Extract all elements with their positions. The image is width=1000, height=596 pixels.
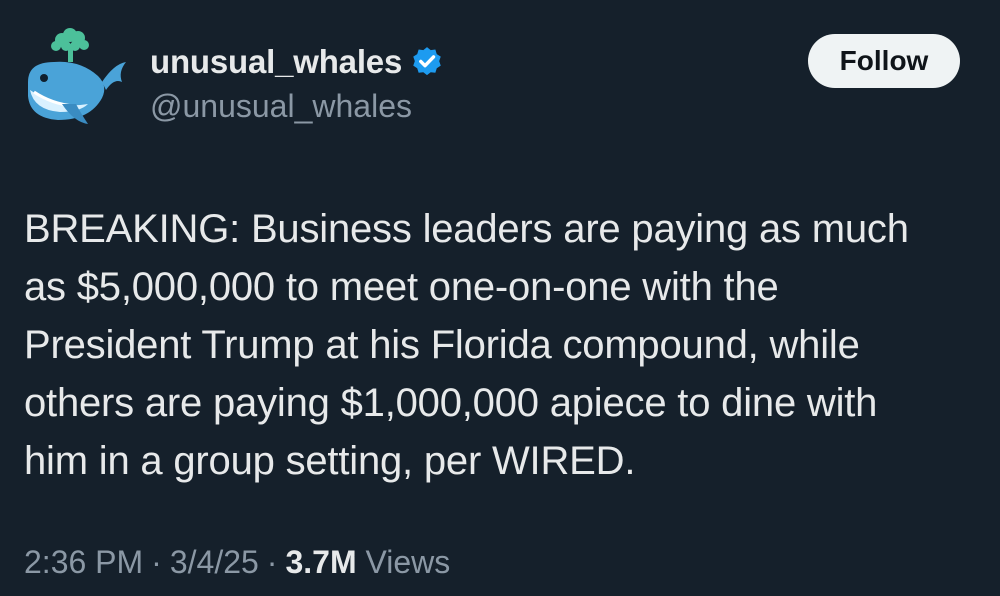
tweet-date[interactable]: 3/4/25 <box>170 544 259 580</box>
views-count[interactable]: 3.7M <box>285 544 356 580</box>
follow-button[interactable]: Follow <box>808 34 960 88</box>
views-label: Views <box>365 544 451 580</box>
author-info: unusual_whales @unusual_whales <box>150 40 444 125</box>
tweet-card: unusual_whales @unusual_whales Follow BR… <box>0 0 1000 596</box>
tweet-text-line: President Trump at his Florida compound,… <box>24 323 860 367</box>
tweet-text-line: BREAKING: Business leaders are paying as… <box>24 207 909 251</box>
avatar[interactable] <box>18 26 130 130</box>
display-name[interactable]: unusual_whales <box>150 43 402 81</box>
meta-separator: · <box>151 544 162 580</box>
name-row: unusual_whales <box>150 40 444 84</box>
tweet-text-line: him in a group setting, per WIRED. <box>24 439 636 483</box>
tweet-text-line: as $5,000,000 to meet one-on-one with th… <box>24 265 779 309</box>
tweet-text: BREAKING: Business leaders are paying as… <box>24 200 974 490</box>
verified-badge-icon <box>410 45 444 79</box>
handle[interactable]: @unusual_whales <box>150 88 444 125</box>
whale-icon <box>28 28 126 124</box>
tweet-text-line: others are paying $1,000,000 apiece to d… <box>24 381 878 425</box>
tweet-time[interactable]: 2:36 PM <box>24 544 143 580</box>
meta-separator: · <box>266 544 278 580</box>
tweet-meta: 2:36 PM · 3/4/25 · 3.7M Views <box>24 544 450 581</box>
